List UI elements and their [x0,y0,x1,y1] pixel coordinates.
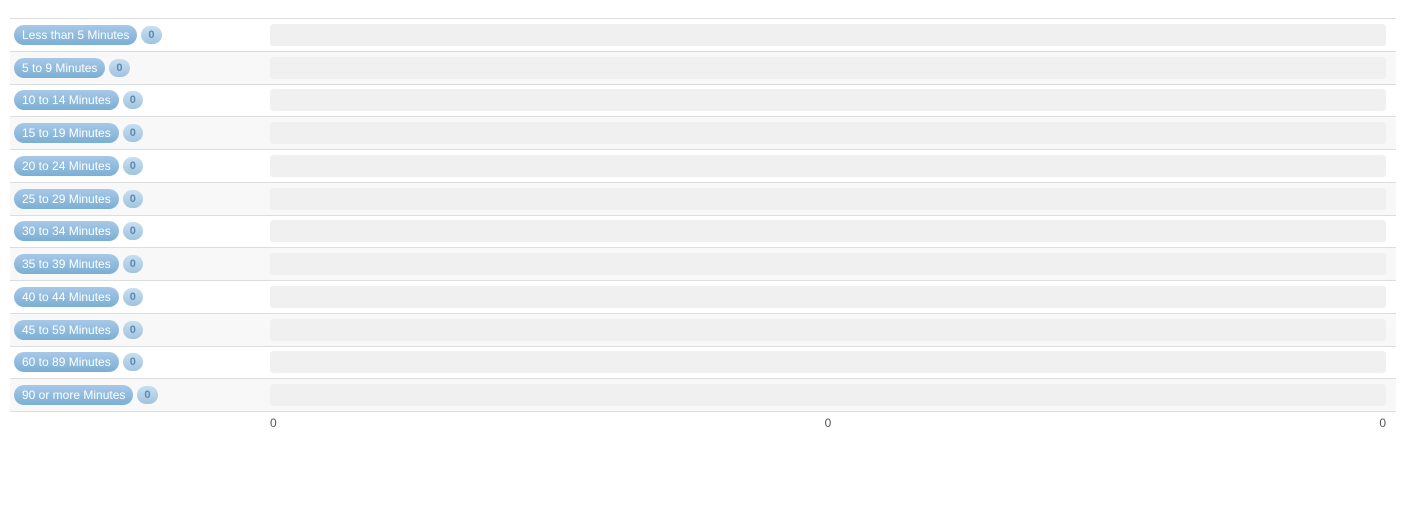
x-axis-label: 0 [825,416,832,430]
bar-label: 90 or more Minutes [14,385,133,405]
chart-container: Less than 5 Minutes05 to 9 Minutes010 to… [0,0,1406,524]
bar-label-group: 25 to 29 Minutes0 [10,189,270,209]
bar-row: 20 to 24 Minutes0 [10,150,1396,183]
bar-label-group: Less than 5 Minutes0 [10,25,270,45]
bar-value: 0 [123,124,143,142]
bar-label-group: 10 to 14 Minutes0 [10,90,270,110]
bar-rows: Less than 5 Minutes05 to 9 Minutes010 to… [10,18,1396,412]
bar-value: 0 [123,353,143,371]
bar-label: 15 to 19 Minutes [14,123,119,143]
bar-label: 10 to 14 Minutes [14,90,119,110]
bar-row: 10 to 14 Minutes0 [10,85,1396,118]
x-axis-label: 0 [270,416,277,430]
bar-track [270,89,1386,111]
bar-track [270,286,1386,308]
bar-label: 20 to 24 Minutes [14,156,119,176]
bar-row: 35 to 39 Minutes0 [10,248,1396,281]
bar-value: 0 [141,26,161,44]
bar-label-group: 30 to 34 Minutes0 [10,221,270,241]
bar-track [270,57,1386,79]
bar-label: 5 to 9 Minutes [14,58,105,78]
bar-row: 90 or more Minutes0 [10,379,1396,412]
bar-label-group: 15 to 19 Minutes0 [10,123,270,143]
bar-label-group: 60 to 89 Minutes0 [10,352,270,372]
bar-row: 25 to 29 Minutes0 [10,183,1396,216]
bar-track [270,351,1386,373]
bar-label: 35 to 39 Minutes [14,254,119,274]
bar-track [270,122,1386,144]
bar-label-group: 35 to 39 Minutes0 [10,254,270,274]
bar-track [270,319,1386,341]
bar-row: 30 to 34 Minutes0 [10,216,1396,249]
bar-label-group: 5 to 9 Minutes0 [10,58,270,78]
bar-label-group: 40 to 44 Minutes0 [10,287,270,307]
bar-label: 30 to 34 Minutes [14,221,119,241]
bar-label: 45 to 59 Minutes [14,320,119,340]
bar-value: 0 [123,222,143,240]
bar-row: Less than 5 Minutes0 [10,18,1396,52]
bar-value: 0 [123,157,143,175]
bar-row: 5 to 9 Minutes0 [10,52,1396,85]
bar-label-group: 90 or more Minutes0 [10,385,270,405]
bar-value: 0 [123,288,143,306]
bar-value: 0 [123,321,143,339]
chart-area: Less than 5 Minutes05 to 9 Minutes010 to… [10,18,1396,442]
bar-track [270,220,1386,242]
bar-row: 15 to 19 Minutes0 [10,117,1396,150]
bar-value: 0 [123,91,143,109]
bar-label: 25 to 29 Minutes [14,189,119,209]
x-axis: 0 0 0 [10,416,1396,430]
bar-row: 45 to 59 Minutes0 [10,314,1396,347]
bar-track [270,24,1386,46]
bar-value: 0 [123,255,143,273]
bar-label-group: 45 to 59 Minutes0 [10,320,270,340]
bar-row: 40 to 44 Minutes0 [10,281,1396,314]
bar-label-group: 20 to 24 Minutes0 [10,156,270,176]
bar-track [270,155,1386,177]
bar-row: 60 to 89 Minutes0 [10,347,1396,380]
bar-track [270,253,1386,275]
x-axis-label: 0 [1379,416,1386,430]
bar-label: 60 to 89 Minutes [14,352,119,372]
bar-label: Less than 5 Minutes [14,25,137,45]
bar-label: 40 to 44 Minutes [14,287,119,307]
bar-track [270,188,1386,210]
bar-track [270,384,1386,406]
bar-value: 0 [137,386,157,404]
bar-value: 0 [123,190,143,208]
bar-value: 0 [109,59,129,77]
